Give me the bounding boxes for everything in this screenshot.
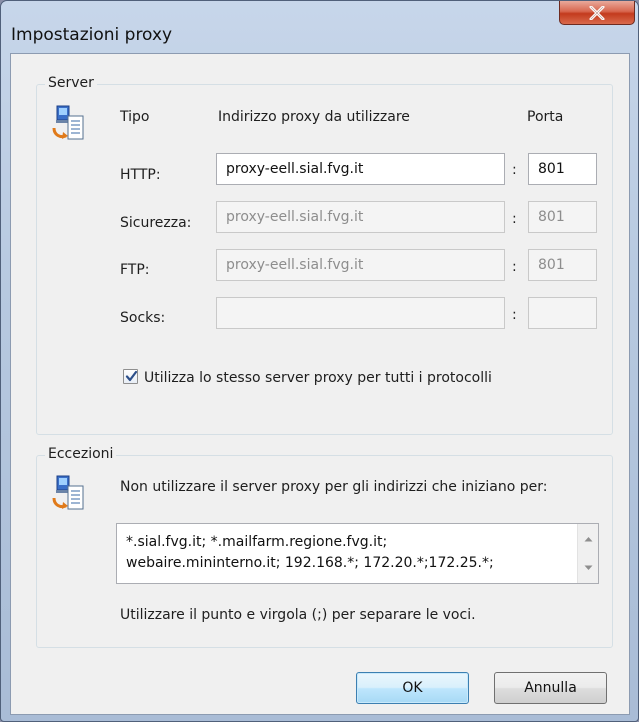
ftp-port-input[interactable]: 801 <box>528 249 597 281</box>
close-icon <box>589 5 605 20</box>
http-label: HTTP: <box>120 167 161 183</box>
col-header-porta: Porta <box>527 109 564 125</box>
close-button[interactable] <box>559 1 635 25</box>
network-computer-icon <box>52 475 84 510</box>
http-port-input[interactable]: 801 <box>528 153 597 185</box>
col-header-address: Indirizzo proxy da utilizzare <box>218 109 410 125</box>
scroll-down-button[interactable] <box>578 559 598 577</box>
http-address-input[interactable]: proxy-eell.sial.fvg.it <box>216 153 505 185</box>
cancel-button[interactable]: Annulla <box>494 672 607 704</box>
chevron-down-icon <box>584 565 592 570</box>
same-server-checkbox[interactable] <box>123 369 138 384</box>
exceptions-text[interactable]: *.sial.fvg.it; *.mailfarm.regione.fvg.it… <box>126 532 556 574</box>
network-computer-icon <box>52 105 84 140</box>
secure-port-input[interactable]: 801 <box>528 201 597 233</box>
dialog-window: Impostazioni proxy Server Tipo Indirizzo <box>0 0 639 722</box>
secure-colon: : <box>512 211 517 227</box>
window-title: Impostazioni proxy <box>11 25 173 45</box>
chevron-up-icon <box>584 537 592 542</box>
exceptions-hint: Utilizzare il punto e virgola (;) per se… <box>120 607 476 623</box>
exceptions-scrollbar[interactable] <box>577 524 598 583</box>
exceptions-description: Non utilizzare il server proxy per gli i… <box>120 479 548 495</box>
dialog-client-area: Server Tipo Indirizzo proxy da utilizzar… <box>10 53 630 715</box>
ftp-address-input[interactable]: proxy-eell.sial.fvg.it <box>216 249 505 281</box>
server-group-label: Server <box>45 75 97 91</box>
exceptions-group-label: Eccezioni <box>45 446 117 462</box>
ftp-label: FTP: <box>120 262 150 278</box>
socks-colon: : <box>512 307 517 323</box>
scroll-up-button[interactable] <box>578 530 598 548</box>
title-bar[interactable]: Impostazioni proxy <box>1 1 638 45</box>
ok-button[interactable]: OK <box>356 672 469 704</box>
exceptions-textarea[interactable]: *.sial.fvg.it; *.mailfarm.regione.fvg.it… <box>116 523 599 584</box>
socks-address-input[interactable] <box>216 297 505 329</box>
ftp-colon: : <box>512 259 517 275</box>
same-server-label[interactable]: Utilizza lo stesso server proxy per tutt… <box>144 370 492 386</box>
http-colon: : <box>512 162 517 178</box>
socks-port-input[interactable] <box>528 297 597 329</box>
secure-label: Sicurezza: <box>120 215 192 231</box>
secure-address-input[interactable]: proxy-eell.sial.fvg.it <box>216 201 505 233</box>
checkmark-icon <box>125 370 138 382</box>
col-header-tipo: Tipo <box>120 109 150 125</box>
socks-label: Socks: <box>120 310 166 326</box>
